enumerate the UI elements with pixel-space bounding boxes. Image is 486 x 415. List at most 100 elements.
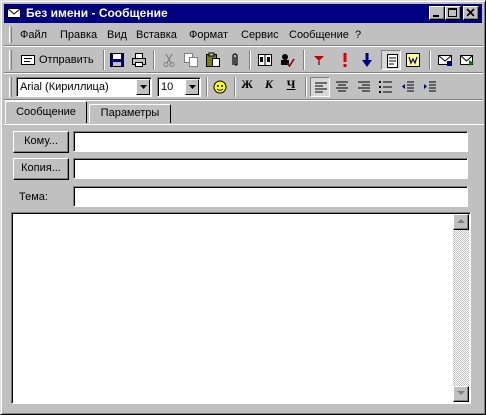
- subject-field[interactable]: [73, 186, 468, 207]
- mail-forward-button[interactable]: [457, 50, 477, 70]
- mail-forward-icon: [460, 55, 474, 66]
- align-center-button[interactable]: [332, 77, 352, 97]
- decrease-indent-button[interactable]: [398, 77, 418, 97]
- window-title: Без имени - Сообщение: [26, 6, 168, 20]
- word-icon: [406, 53, 420, 67]
- font-name-dropdown[interactable]: [136, 79, 150, 95]
- copy-button[interactable]: [181, 50, 201, 70]
- tab-options[interactable]: Параметры: [89, 104, 171, 123]
- menu-file[interactable]: Файл: [20, 28, 47, 42]
- menu-tools[interactable]: Сервис: [241, 28, 279, 42]
- message-body[interactable]: [11, 212, 471, 404]
- align-left-button[interactable]: [310, 77, 330, 97]
- to-field[interactable]: [73, 131, 468, 152]
- toolbar-separator: [305, 77, 307, 97]
- maximize-button[interactable]: [445, 6, 461, 20]
- paste-icon: [206, 52, 220, 67]
- toolbar-separator: [249, 50, 251, 70]
- flag-button[interactable]: [309, 50, 329, 70]
- check-names-button[interactable]: [277, 50, 297, 70]
- align-center-icon: [336, 81, 348, 92]
- font-size-value: 10: [161, 81, 174, 93]
- chevron-down-icon: [189, 85, 196, 89]
- toolbar-grip[interactable]: [9, 50, 12, 70]
- envelope-icon: [7, 8, 21, 18]
- scroll-down-button[interactable]: [453, 386, 469, 402]
- send-button[interactable]: Отправить: [17, 50, 101, 70]
- bold-button[interactable]: Ж: [238, 77, 256, 91]
- decrease-indent-icon: [402, 81, 414, 92]
- maximize-icon: [448, 8, 457, 17]
- send-label: Отправить: [39, 54, 94, 66]
- importance-high-icon: [343, 53, 347, 67]
- cc-field[interactable]: [73, 158, 468, 179]
- menu-insert[interactable]: Вставка: [136, 28, 177, 42]
- title-bar[interactable]: Без имени - Сообщение: [4, 4, 482, 23]
- toolbar-separator: [153, 50, 155, 70]
- save-button[interactable]: [107, 50, 127, 70]
- menu-edit[interactable]: Правка: [60, 28, 97, 42]
- minimize-button[interactable]: [429, 6, 445, 20]
- cc-button[interactable]: Копия...: [13, 158, 69, 180]
- mail-icon: [438, 55, 452, 66]
- arrow-up-icon: [457, 219, 465, 223]
- chevron-down-icon: [140, 85, 147, 89]
- subject-label: Тема:: [19, 191, 48, 203]
- font-name-combo[interactable]: Arial (Кириллица): [16, 77, 152, 97]
- toolbar-separator: [429, 50, 431, 70]
- attach-icon: [232, 53, 238, 66]
- menu-bar: Файл Правка Вид Вставка Формат Сервис Со…: [5, 25, 483, 45]
- arrow-down-icon: [457, 391, 465, 395]
- message-window: Без имени - Сообщение Файл Правка Вид Вс…: [0, 0, 486, 415]
- print-button[interactable]: [129, 50, 149, 70]
- close-button[interactable]: [463, 6, 479, 20]
- menu-view[interactable]: Вид: [107, 28, 127, 42]
- toolbar-separator: [303, 50, 305, 70]
- importance-low-icon: [362, 53, 372, 67]
- importance-high-button[interactable]: [335, 50, 355, 70]
- address-book-button[interactable]: [255, 50, 275, 70]
- menu-help[interactable]: ?: [355, 28, 361, 42]
- send-icon: [21, 55, 35, 65]
- underline-button[interactable]: Ч: [282, 77, 300, 91]
- options-icon: [387, 54, 398, 68]
- formatting-toolbar: Arial (Кириллица) 10 Ж К Ч: [5, 74, 483, 100]
- menu-grip[interactable]: [9, 27, 12, 43]
- tab-message[interactable]: Сообщение: [5, 101, 87, 123]
- copy-icon: [184, 53, 198, 67]
- minimize-icon: [433, 15, 439, 17]
- increase-indent-button[interactable]: [420, 77, 440, 97]
- scroll-up-button[interactable]: [453, 214, 469, 230]
- to-button[interactable]: Кому...: [13, 131, 69, 153]
- font-color-button[interactable]: [210, 77, 230, 97]
- italic-button[interactable]: К: [260, 77, 278, 91]
- menu-message[interactable]: Сообщение: [289, 28, 349, 42]
- standard-toolbar: Отправить: [5, 47, 483, 73]
- options-button[interactable]: [381, 50, 401, 70]
- importance-low-button[interactable]: [357, 50, 377, 70]
- paste-button[interactable]: [203, 50, 223, 70]
- font-color-icon: [213, 80, 227, 94]
- bullets-button[interactable]: [376, 77, 396, 97]
- increase-indent-icon: [424, 81, 436, 92]
- attach-button[interactable]: [225, 50, 245, 70]
- toolbar-grip[interactable]: [9, 77, 12, 97]
- cut-icon: [163, 53, 175, 67]
- toolbar-separator: [234, 77, 236, 97]
- font-size-dropdown[interactable]: [185, 79, 199, 95]
- font-size-combo[interactable]: 10: [157, 77, 201, 97]
- menu-format[interactable]: Формат: [189, 28, 228, 42]
- address-book-icon: [258, 54, 272, 66]
- check-names-icon: [281, 54, 295, 68]
- mail-button[interactable]: [435, 50, 455, 70]
- print-icon: [132, 53, 146, 67]
- toolbar-separator: [103, 50, 105, 70]
- tab-panel-edge: [4, 124, 484, 125]
- align-right-icon: [358, 81, 370, 92]
- align-right-button[interactable]: [354, 77, 374, 97]
- word-button[interactable]: [403, 50, 423, 70]
- toolbar-separator: [206, 77, 208, 97]
- vertical-scrollbar[interactable]: [453, 214, 469, 402]
- save-icon: [110, 53, 124, 67]
- cut-button[interactable]: [159, 50, 179, 70]
